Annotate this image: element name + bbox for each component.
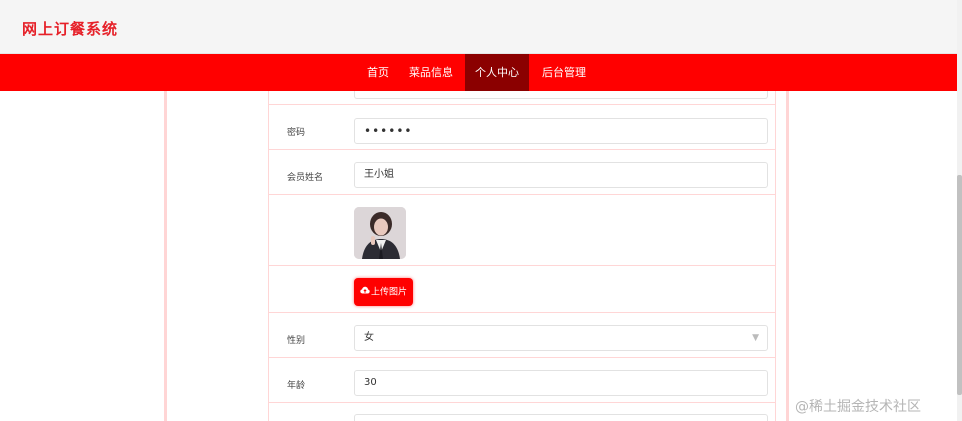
password-label: 密码 [287, 128, 306, 138]
main-nav: 首页 菜品信息 个人中心 后台管理 [0, 54, 957, 91]
next-field-input[interactable] [354, 414, 768, 421]
age-field[interactable]: 30 [354, 370, 768, 396]
site-header: 网上订餐系统 [0, 0, 957, 54]
content-border-right [786, 91, 789, 421]
upload-image-button[interactable]: 上传图片 [354, 278, 413, 306]
nav-item-menu-info[interactable]: 菜品信息 [403, 54, 459, 91]
avatar-image [354, 207, 406, 259]
gender-label: 性别 [287, 336, 306, 346]
nav-item-personal-center[interactable]: 个人中心 [465, 54, 529, 91]
member-name-label: 会员姓名 [287, 173, 324, 183]
nav-item-admin[interactable]: 后台管理 [534, 54, 594, 91]
site-title: 网上订餐系统 [22, 20, 119, 38]
gender-select[interactable]: 女 ▼ [354, 325, 768, 351]
chevron-down-icon: ▼ [752, 333, 759, 343]
avatar [354, 207, 406, 259]
row-divider [268, 194, 776, 195]
previous-field-input[interactable] [354, 91, 768, 99]
watermark: @稀土掘金技术社区 [795, 399, 921, 415]
upload-image-label: 上传图片 [370, 287, 407, 298]
scrollbar-thumb[interactable] [957, 175, 962, 395]
cloud-upload-icon [360, 278, 370, 306]
row-divider [268, 312, 776, 313]
row-divider [268, 357, 776, 358]
row-divider [268, 265, 776, 266]
password-field[interactable]: •••••• [354, 118, 768, 144]
nav-item-home[interactable]: 首页 [357, 54, 399, 91]
row-divider [268, 402, 776, 403]
age-label: 年龄 [287, 381, 306, 391]
row-divider [268, 149, 776, 150]
gender-value: 女 [364, 332, 374, 343]
row-divider [268, 104, 776, 105]
content-border-left [164, 91, 167, 421]
page: 网上订餐系统 首页 菜品信息 个人中心 后台管理 密码 •••••• 会员姓名 … [0, 0, 962, 421]
member-name-field[interactable]: 王小姐 [354, 162, 768, 188]
